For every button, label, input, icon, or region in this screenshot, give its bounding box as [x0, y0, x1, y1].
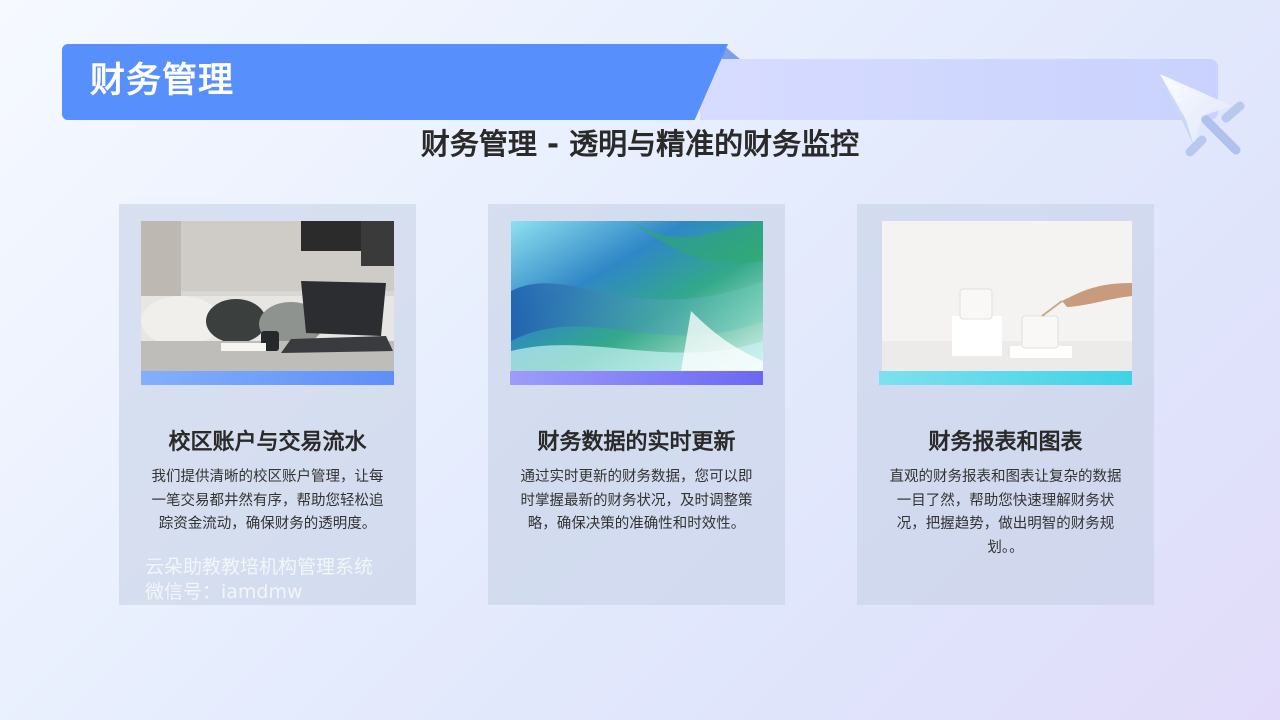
card-description: 我们提供清晰的校区账户管理，让每一笔交易都井然有序，帮助您轻松追踪资金流动，确保…	[151, 469, 384, 532]
laptop-desk-photo	[141, 221, 394, 371]
card-accent-bar	[141, 371, 394, 385]
card-description: 通过实时更新的财务数据，您可以即时掌握最新的财务状况，及时调整策略，确保决策的准…	[520, 469, 753, 532]
feature-card-reports: 财务报表和图表 直观的财务报表和图表让复杂的数据一目了然，帮助您快速理解财务状况…	[857, 204, 1154, 605]
watermark-line: 云朵助教教培机构管理系统	[145, 556, 374, 578]
card-title: 校区账户与交易流水	[168, 430, 367, 455]
feature-card-realtime-data: 财务数据的实时更新 通过实时更新的财务数据，您可以即时掌握最新的财务状况，及时调…	[488, 204, 785, 605]
card-accent-bar	[879, 371, 1132, 385]
page-subtitle: 财务管理 - 透明与精准的财务监控	[420, 127, 860, 161]
card-title: 财务数据的实时更新	[537, 430, 736, 455]
card-description: 直观的财务报表和图表让复杂的数据一目了然，帮助您快速理解财务状况，把握趋势，做出…	[889, 469, 1122, 556]
card-title: 财务报表和图表	[928, 430, 1083, 455]
abstract-wave-photo	[511, 221, 763, 371]
watermark: 云朵助教教培机构管理系统 微信号：iamdmw	[145, 555, 373, 605]
candles-photo	[882, 221, 1132, 371]
header-banner-extension	[700, 59, 1218, 120]
card-accent-bar	[510, 371, 763, 385]
watermark-line: 微信号：iamdmw	[145, 581, 303, 603]
page-title: 财务管理	[90, 61, 235, 101]
feature-card-accounts: 校区账户与交易流水 我们提供清晰的校区账户管理，让每一笔交易都井然有序，帮助您轻…	[119, 204, 416, 605]
